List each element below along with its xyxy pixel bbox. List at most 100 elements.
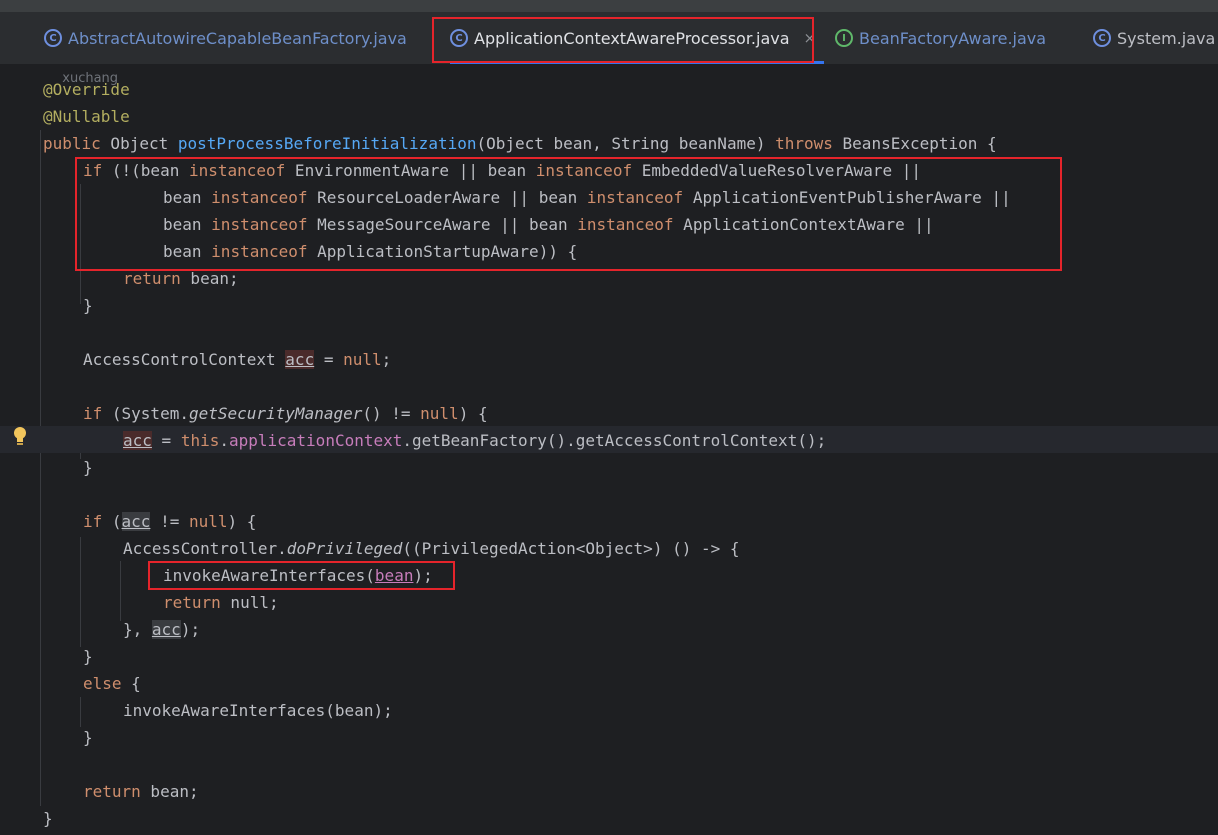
keyword: return	[163, 593, 221, 612]
interface-icon: I	[835, 29, 853, 47]
code-line-return-bean: return bean;	[123, 265, 239, 292]
tab-label: System.java	[1117, 28, 1216, 48]
code-line-lambda-close: }, acc);	[123, 616, 200, 643]
keyword: null	[420, 404, 459, 423]
indent-guide	[80, 537, 81, 647]
code-text: (!(bean	[102, 161, 189, 180]
code-line-if-acc: if (acc != null) {	[83, 508, 256, 535]
code-text: BeansException {	[832, 134, 997, 153]
code-text: invokeAwareInterfaces(	[163, 566, 375, 585]
keyword: instanceof	[211, 242, 308, 261]
code-text: (Object bean, String beanName)	[476, 134, 776, 153]
code-text: ) {	[458, 404, 488, 423]
keyword: public	[43, 134, 101, 153]
code-text: (	[102, 512, 122, 531]
keyword: instanceof	[211, 188, 308, 207]
keyword: null	[188, 512, 228, 531]
code-text: (System.	[102, 404, 189, 423]
tab-label: AbstractAutowireCapableBeanFactory.java	[68, 28, 407, 48]
variable-acc: acc	[121, 512, 151, 531]
keyword: instanceof	[586, 188, 684, 207]
code-text: }	[83, 458, 93, 477]
field-name: applicationContext	[228, 431, 403, 450]
code-line-close-brace: }	[83, 292, 93, 319]
code-line-acc-assign: acc = this.applicationContext.getBeanFac…	[123, 427, 826, 454]
code-text: ResourceLoaderAware || bean	[307, 188, 587, 207]
code-text: =	[151, 431, 181, 450]
keyword: return	[123, 269, 181, 288]
code-line-do-privileged: AccessController.doPrivileged((Privilege…	[123, 535, 740, 562]
code-text: () !=	[362, 404, 421, 423]
code-line-if-security-manager: if (System.getSecurityManager() != null)…	[83, 400, 488, 427]
code-line-close-brace: }	[83, 643, 93, 670]
code-text: null;	[220, 593, 279, 612]
variable-acc: acc	[151, 620, 181, 639]
code-text: ;	[381, 350, 392, 369]
keyword: instanceof	[188, 161, 286, 180]
code-line-return-null: return null;	[163, 589, 279, 616]
code-text: AccessController.	[123, 539, 287, 558]
code-text: ) {	[227, 512, 257, 531]
code-text: =	[314, 350, 344, 369]
variable-acc: acc	[285, 350, 315, 369]
keyword: if	[83, 512, 103, 531]
code-line-close-brace: }	[83, 724, 93, 751]
code-text: bean;	[180, 269, 239, 288]
keyword: throws	[775, 134, 833, 153]
code-line-method-close: }	[43, 805, 53, 832]
indent-guide	[120, 561, 121, 621]
code-text: MessageSourceAware || bean	[307, 215, 578, 234]
code-line-method-signature: public Object postProcessBeforeInitializ…	[43, 130, 997, 157]
tab-bean-factory-aware[interactable]: I BeanFactoryAware.java	[835, 12, 1046, 64]
method-name: postProcessBeforeInitialization	[177, 134, 477, 153]
code-text: bean	[163, 188, 212, 207]
code-text: Object	[100, 134, 178, 153]
annotation-override: @Override	[43, 80, 130, 99]
code-text: .getBeanFactory().getAccessControlContex…	[402, 431, 827, 450]
indent-guide	[80, 697, 81, 727]
code-line-close-brace: }	[83, 454, 93, 481]
keyword: instanceof	[577, 215, 674, 234]
editor-tab-bar: C AbstractAutowireCapableBeanFactory.jav…	[0, 12, 1218, 65]
tab-label: ApplicationContextAwareProcessor.java	[474, 28, 790, 48]
code-line-if-instanceof-2: bean instanceof ResourceLoaderAware || b…	[163, 184, 1011, 211]
code-line-final-return: return bean;	[83, 778, 199, 805]
code-text: invokeAwareInterfaces(bean);	[123, 701, 393, 720]
code-text: }	[83, 296, 93, 315]
code-text: AccessControlContext	[83, 350, 286, 369]
code-text: );	[413, 566, 433, 585]
code-text: .	[219, 431, 229, 450]
author-hint: xuchang	[43, 50, 118, 86]
class-icon: C	[44, 29, 62, 47]
indent-guide	[40, 130, 41, 806]
code-line-invoke-aware-lambda: invokeAwareInterfaces(bean);	[163, 562, 433, 589]
indent-guide	[80, 184, 81, 304]
keyword: instanceof	[535, 161, 633, 180]
code-text: ApplicationContextAware ||	[673, 215, 934, 234]
keyword: instanceof	[211, 215, 308, 234]
code-text: );	[180, 620, 201, 639]
class-icon: C	[1093, 29, 1111, 47]
keyword: this	[180, 431, 220, 450]
code-text: }	[83, 728, 93, 747]
code-text: EnvironmentAware || bean	[285, 161, 536, 180]
captured-variable-bean: bean	[374, 566, 414, 585]
lightbulb-icon[interactable]	[12, 426, 28, 446]
keyword: if	[83, 161, 103, 180]
keyword: null	[343, 350, 382, 369]
code-line-acc-declaration: AccessControlContext acc = null;	[83, 346, 391, 373]
static-method-name: getSecurityManager	[188, 404, 363, 423]
keyword: if	[83, 404, 103, 423]
variable-acc: acc	[123, 431, 152, 450]
tab-label: BeanFactoryAware.java	[859, 28, 1047, 48]
close-icon[interactable]: ×	[804, 29, 817, 47]
static-method-name: doPrivileged	[286, 539, 403, 558]
code-line-if-instanceof-3: bean instanceof MessageSourceAware || be…	[163, 211, 934, 238]
code-line-if-instanceof-4: bean instanceof ApplicationStartupAware)…	[163, 238, 577, 265]
keyword: return	[83, 782, 141, 801]
tab-application-context-aware-processor[interactable]: C ApplicationContextAwareProcessor.java …	[450, 12, 825, 64]
tab-system[interactable]: C System.java	[1093, 12, 1215, 64]
class-icon: C	[450, 29, 468, 47]
code-text: bean;	[140, 782, 199, 801]
code-text: ApplicationEventPublisherAware ||	[683, 188, 1011, 207]
